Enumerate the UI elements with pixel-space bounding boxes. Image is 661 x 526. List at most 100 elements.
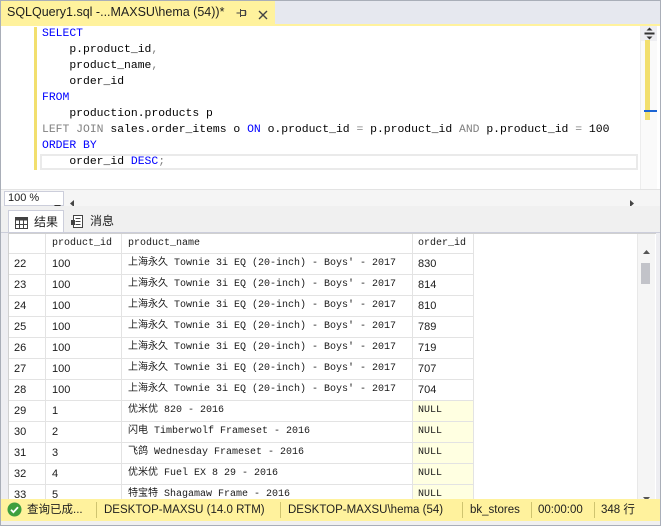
- column-header[interactable]: order_id: [413, 234, 474, 253]
- row-number[interactable]: 31: [9, 443, 46, 463]
- query-document-tab[interactable]: SQLQuery1.sql -...MAXSU\hema (54))*: [0, 0, 275, 24]
- change-tracking-bar: [34, 27, 37, 170]
- product-id-cell[interactable]: 100: [46, 275, 122, 295]
- table-row[interactable]: 27 100 上海永久 Townie 3i EQ (20-inch) - Boy…: [9, 359, 474, 380]
- code-identifier: p.product_id: [479, 124, 576, 136]
- row-number[interactable]: 27: [9, 359, 46, 379]
- code-line: order_id DESC;: [42, 154, 609, 170]
- success-check-icon: [7, 502, 22, 517]
- order-id-cell[interactable]: 704: [413, 380, 474, 400]
- code-area[interactable]: SELECT p.product_id, product_name, order…: [42, 26, 609, 170]
- code-identifier: product_name: [42, 60, 152, 72]
- product-name-cell[interactable]: 特宝特 Shagamaw Frame - 2016: [122, 485, 413, 499]
- row-number[interactable]: 28: [9, 380, 46, 400]
- table-row[interactable]: 31 3 飞鸽 Wednesday Frameset - 2016 NULL: [9, 443, 474, 464]
- row-number[interactable]: 30: [9, 422, 46, 442]
- product-name-cell[interactable]: 上海永久 Townie 3i EQ (20-inch) - Boys' - 20…: [122, 359, 413, 379]
- scrollbar-caret-marker: [644, 110, 657, 112]
- order-id-cell[interactable]: 830: [413, 254, 474, 274]
- editor-bottom-bar: 100 %: [0, 189, 661, 209]
- product-name-cell[interactable]: 上海永久 Townie 3i EQ (20-inch) - Boys' - 20…: [122, 380, 413, 400]
- split-window-icon[interactable]: [641, 26, 657, 41]
- row-number[interactable]: 24: [9, 296, 46, 316]
- row-number-header[interactable]: [9, 234, 46, 253]
- product-id-cell[interactable]: 100: [46, 380, 122, 400]
- product-name-cell[interactable]: 优米优 Fuel EX 8 29 - 2016: [122, 464, 413, 484]
- order-id-null-cell[interactable]: NULL: [413, 464, 474, 484]
- table-row[interactable]: 32 4 优米优 Fuel EX 8 29 - 2016 NULL: [9, 464, 474, 485]
- window-bottom-edge: [0, 521, 661, 526]
- table-row[interactable]: 22 100 上海永久 Townie 3i EQ (20-inch) - Boy…: [9, 254, 474, 275]
- row-number[interactable]: 29: [9, 401, 46, 421]
- product-id-cell[interactable]: 100: [46, 359, 122, 379]
- product-id-cell[interactable]: 100: [46, 296, 122, 316]
- product-id-cell[interactable]: 100: [46, 254, 122, 274]
- product-name-cell[interactable]: 上海永久 Townie 3i EQ (20-inch) - Boys' - 20…: [122, 338, 413, 358]
- product-name-cell[interactable]: 上海永久 Townie 3i EQ (20-inch) - Boys' - 20…: [122, 275, 413, 295]
- table-row[interactable]: 25 100 上海永久 Townie 3i EQ (20-inch) - Boy…: [9, 317, 474, 338]
- order-id-cell[interactable]: 719: [413, 338, 474, 358]
- product-name-cell[interactable]: 上海永久 Townie 3i EQ (20-inch) - Boys' - 20…: [122, 296, 413, 316]
- order-id-cell[interactable]: 789: [413, 317, 474, 337]
- table-row[interactable]: 26 100 上海永久 Townie 3i EQ (20-inch) - Boy…: [9, 338, 474, 359]
- chevron-down-icon[interactable]: [54, 196, 61, 209]
- product-name-cell[interactable]: 闪电 Timberwolf Frameset - 2016: [122, 422, 413, 442]
- table-row[interactable]: 30 2 闪电 Timberwolf Frameset - 2016 NULL: [9, 422, 474, 443]
- order-id-null-cell[interactable]: NULL: [413, 443, 474, 463]
- row-number[interactable]: 23: [9, 275, 46, 295]
- product-id-cell[interactable]: 4: [46, 464, 122, 484]
- sql-editor[interactable]: SELECT p.product_id, product_name, order…: [0, 26, 661, 189]
- table-row[interactable]: 29 1 优米优 820 - 2016 NULL: [9, 401, 474, 422]
- product-id-cell[interactable]: 2: [46, 422, 122, 442]
- pin-icon[interactable]: [236, 6, 248, 18]
- tab-messages[interactable]: 消息: [65, 210, 121, 232]
- code-operator: ;: [158, 156, 166, 168]
- close-icon[interactable]: [258, 7, 268, 20]
- tab-results[interactable]: 结果: [8, 210, 64, 232]
- row-number[interactable]: 32: [9, 464, 46, 484]
- table-row[interactable]: 23 100 上海永久 Townie 3i EQ (20-inch) - Boy…: [9, 275, 474, 296]
- status-login: DESKTOP-MAXSU\hema (54): [288, 504, 444, 516]
- table-row[interactable]: 28 100 上海永久 Townie 3i EQ (20-inch) - Boy…: [9, 380, 474, 401]
- code-operator: AND: [459, 124, 480, 136]
- scrollbar-thumb[interactable]: [641, 263, 650, 284]
- code-operator: LEFT JOIN: [42, 124, 104, 136]
- code-line: production.products p: [42, 106, 609, 122]
- table-row[interactable]: 33 5 特宝特 Shagamaw Frame - 2016 NULL: [9, 485, 474, 499]
- product-id-cell[interactable]: 1: [46, 401, 122, 421]
- product-id-cell[interactable]: 3: [46, 443, 122, 463]
- order-id-null-cell[interactable]: NULL: [413, 485, 474, 499]
- results-grid[interactable]: product_id product_name order_id 22 100 …: [8, 233, 656, 499]
- zoom-dropdown[interactable]: 100 %: [4, 191, 64, 209]
- product-id-cell[interactable]: 100: [46, 338, 122, 358]
- order-id-cell[interactable]: 707: [413, 359, 474, 379]
- column-header[interactable]: product_name: [122, 234, 413, 253]
- scroll-right-icon[interactable]: [630, 194, 634, 207]
- order-id-null-cell[interactable]: NULL: [413, 422, 474, 442]
- code-identifier: production.products p: [42, 108, 213, 120]
- product-name-cell[interactable]: 上海永久 Townie 3i EQ (20-inch) - Boys' - 20…: [122, 254, 413, 274]
- grid-vertical-scrollbar[interactable]: [637, 234, 655, 499]
- table-row[interactable]: 24 100 上海永久 Townie 3i EQ (20-inch) - Boy…: [9, 296, 474, 317]
- editor-vertical-scrollbar[interactable]: [640, 26, 657, 189]
- status-separator: [462, 502, 463, 518]
- product-name-cell[interactable]: 上海永久 Townie 3i EQ (20-inch) - Boys' - 20…: [122, 317, 413, 337]
- row-number[interactable]: 26: [9, 338, 46, 358]
- column-header[interactable]: product_id: [46, 234, 122, 253]
- order-id-cell[interactable]: 814: [413, 275, 474, 295]
- product-id-cell[interactable]: 5: [46, 485, 122, 499]
- row-number[interactable]: 25: [9, 317, 46, 337]
- scroll-up-icon[interactable]: [643, 241, 650, 259]
- order-id-null-cell[interactable]: NULL: [413, 401, 474, 421]
- code-keyword: ON: [247, 124, 261, 136]
- row-number[interactable]: 33: [9, 485, 46, 499]
- row-number[interactable]: 22: [9, 254, 46, 274]
- order-id-cell[interactable]: 810: [413, 296, 474, 316]
- product-id-cell[interactable]: 100: [46, 317, 122, 337]
- product-name-cell[interactable]: 优米优 820 - 2016: [122, 401, 413, 421]
- code-keyword: SELECT: [42, 28, 84, 40]
- scroll-down-icon[interactable]: [643, 488, 650, 499]
- scroll-left-icon[interactable]: [70, 194, 74, 207]
- code-identifier: sales.order_items o: [103, 124, 248, 136]
- product-name-cell[interactable]: 飞鸽 Wednesday Frameset - 2016: [122, 443, 413, 463]
